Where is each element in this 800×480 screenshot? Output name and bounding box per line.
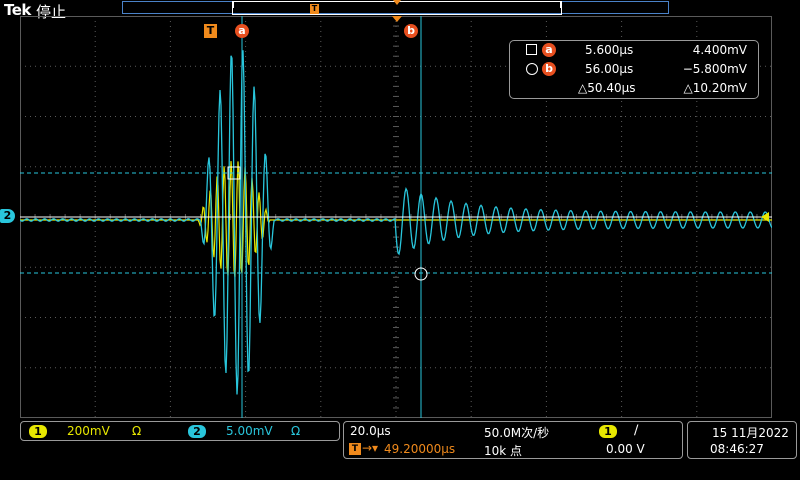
cursor-a-marker[interactable]: a — [235, 24, 249, 38]
trigger-position-arrow-icon: →▾ — [362, 441, 379, 455]
trigger-slope-icon: ∕ — [634, 423, 639, 438]
trigger-center-arrow — [392, 16, 402, 22]
vertical-settings-panel[interactable]: 1 200mV Ω 2 5.00mV Ω — [20, 421, 340, 441]
cursor-b-circle-icon — [526, 63, 538, 75]
time-per-div[interactable]: 20.0µs — [350, 424, 391, 438]
cursor-a-time: 5.600µs — [585, 43, 634, 57]
datetime-panel: 15 11月2022 08:46:27 — [687, 421, 797, 459]
cursor-a-value: 4.400mV — [692, 43, 747, 57]
ch2-impedance-icon: Ω — [291, 424, 301, 438]
record-length: 10k 点 — [484, 444, 523, 458]
trigger-position-marker[interactable]: T — [204, 24, 217, 38]
cursor-b-time: 56.00µs — [585, 62, 634, 76]
cursor-a-badge: a — [542, 43, 556, 57]
cursor-delta-value: △10.20mV — [683, 81, 747, 95]
record-trigger-marker: T — [310, 4, 319, 14]
cursor-b-badge: b — [542, 62, 556, 76]
horizontal-settings-panel[interactable]: 20.0µs 50.0M次/秒 T →▾ 49.20000µs 10k 点 1 … — [343, 421, 683, 459]
trigger-level-marker[interactable] — [761, 212, 769, 222]
cursor-delta-time: △50.40µs — [578, 81, 636, 95]
trigger-position[interactable]: 49.20000µs — [384, 442, 455, 456]
ch2-scale[interactable]: 5.00mV — [226, 424, 273, 438]
cursor-b-value: −5.800mV — [682, 62, 747, 76]
ch1-badge[interactable]: 1 — [29, 425, 47, 438]
trigger-source-badge[interactable]: 1 — [599, 425, 617, 438]
trigger-position-icon: T — [349, 443, 361, 455]
ch2-badge[interactable]: 2 — [188, 425, 206, 438]
time: 08:46:27 — [710, 442, 764, 456]
sample-rate: 50.0M次/秒 — [484, 426, 550, 440]
ch1-scale[interactable]: 200mV — [67, 424, 110, 438]
trigger-level[interactable]: 0.00 V — [606, 442, 645, 456]
cursor-a-square-icon — [526, 44, 537, 55]
record-center-indicator — [393, 0, 401, 5]
cursor-b-marker[interactable]: b — [404, 24, 418, 38]
ch1-impedance-icon: Ω — [132, 424, 142, 438]
date: 15 11月2022 — [712, 426, 789, 440]
ch2-ground-marker[interactable]: 2 — [0, 209, 15, 223]
cursor-readout-panel: a 5.600µs 4.400mV b 56.00µs −5.800mV △50… — [509, 40, 759, 99]
